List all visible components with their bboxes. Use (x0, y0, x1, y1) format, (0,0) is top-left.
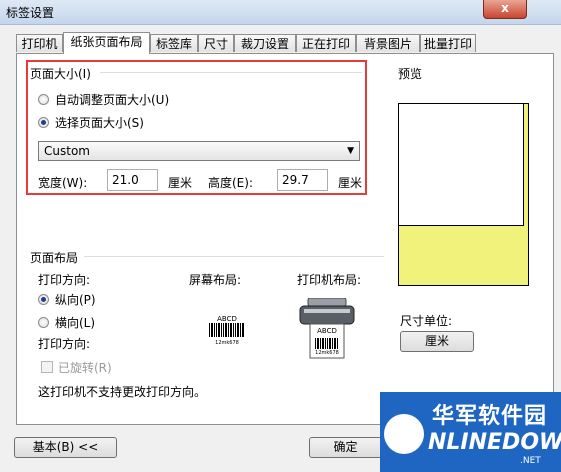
logo-o-icon (384, 414, 424, 454)
portrait-radio[interactable] (38, 294, 49, 305)
tab-size[interactable]: 尺寸 (198, 34, 234, 52)
tab-batch-print[interactable]: 批量打印 (420, 34, 476, 52)
group-divider (84, 256, 384, 257)
printer-icon: ABCD 12mk678 (298, 297, 356, 360)
rotated-label: 已旋转(R) (58, 361, 112, 375)
barcode-bars (209, 323, 244, 337)
tab-background-image[interactable]: 背景图片 (356, 34, 420, 52)
landscape-label[interactable]: 横向(L) (55, 314, 95, 331)
tab-paper-layout[interactable]: 纸张页面布局 (63, 32, 150, 54)
watermark-en-text: NLINEDOWN (428, 430, 561, 455)
print-direction-label: 打印方向: (38, 273, 91, 287)
watermark-net-text: .NET (520, 456, 541, 466)
print-direction-label-2: 打印方向: (38, 337, 91, 351)
landscape-radio[interactable] (38, 317, 49, 328)
barcode-text: ABCD (217, 315, 237, 323)
window-title: 标签设置 (6, 6, 55, 20)
highlight-rectangle (26, 60, 367, 195)
barcode-digits: 12mk678 (215, 340, 239, 346)
title-bar: 标签设置 x (0, 0, 561, 25)
watermark-logo: 华军软件园 NLINEDOWN .NET (380, 392, 561, 472)
preview-area (398, 103, 529, 286)
printer-layout-label: 打印机布局: (297, 273, 362, 287)
close-icon: x (501, 1, 509, 15)
ok-button[interactable]: 确定 (309, 437, 382, 458)
printer-barcode-digits: 12mk678 (315, 350, 339, 356)
rotated-checkbox[interactable] (41, 361, 53, 373)
preview-label: 预览 (398, 67, 423, 81)
tab-cutter-settings[interactable]: 裁刀设置 (234, 34, 296, 52)
tab-printer[interactable]: 打印机 (16, 34, 63, 52)
portrait-label[interactable]: 纵向(P) (55, 291, 96, 308)
preview-margin-line (528, 104, 529, 285)
basic-button[interactable]: 基本(B) << (14, 437, 117, 458)
unit-label: 尺寸单位: (400, 314, 453, 328)
barcode-icon: ABCD 12mk678 (208, 315, 246, 346)
unit-button[interactable]: 厘米 (400, 331, 474, 352)
watermark-cn-text: 华军软件园 (432, 404, 548, 429)
preview-page (399, 104, 524, 226)
close-button[interactable]: x (483, 0, 527, 19)
tab-printing[interactable]: 正在打印 (296, 34, 356, 52)
printer-barcode-text: ABCD (317, 327, 337, 335)
tab-label-library[interactable]: 标签库 (150, 34, 198, 52)
page-layout-group-label: 页面布局 (30, 249, 83, 266)
orientation-note: 这打印机不支持更改打印方向。 (38, 385, 207, 399)
screen-layout-label: 屏幕布局: (189, 273, 242, 287)
